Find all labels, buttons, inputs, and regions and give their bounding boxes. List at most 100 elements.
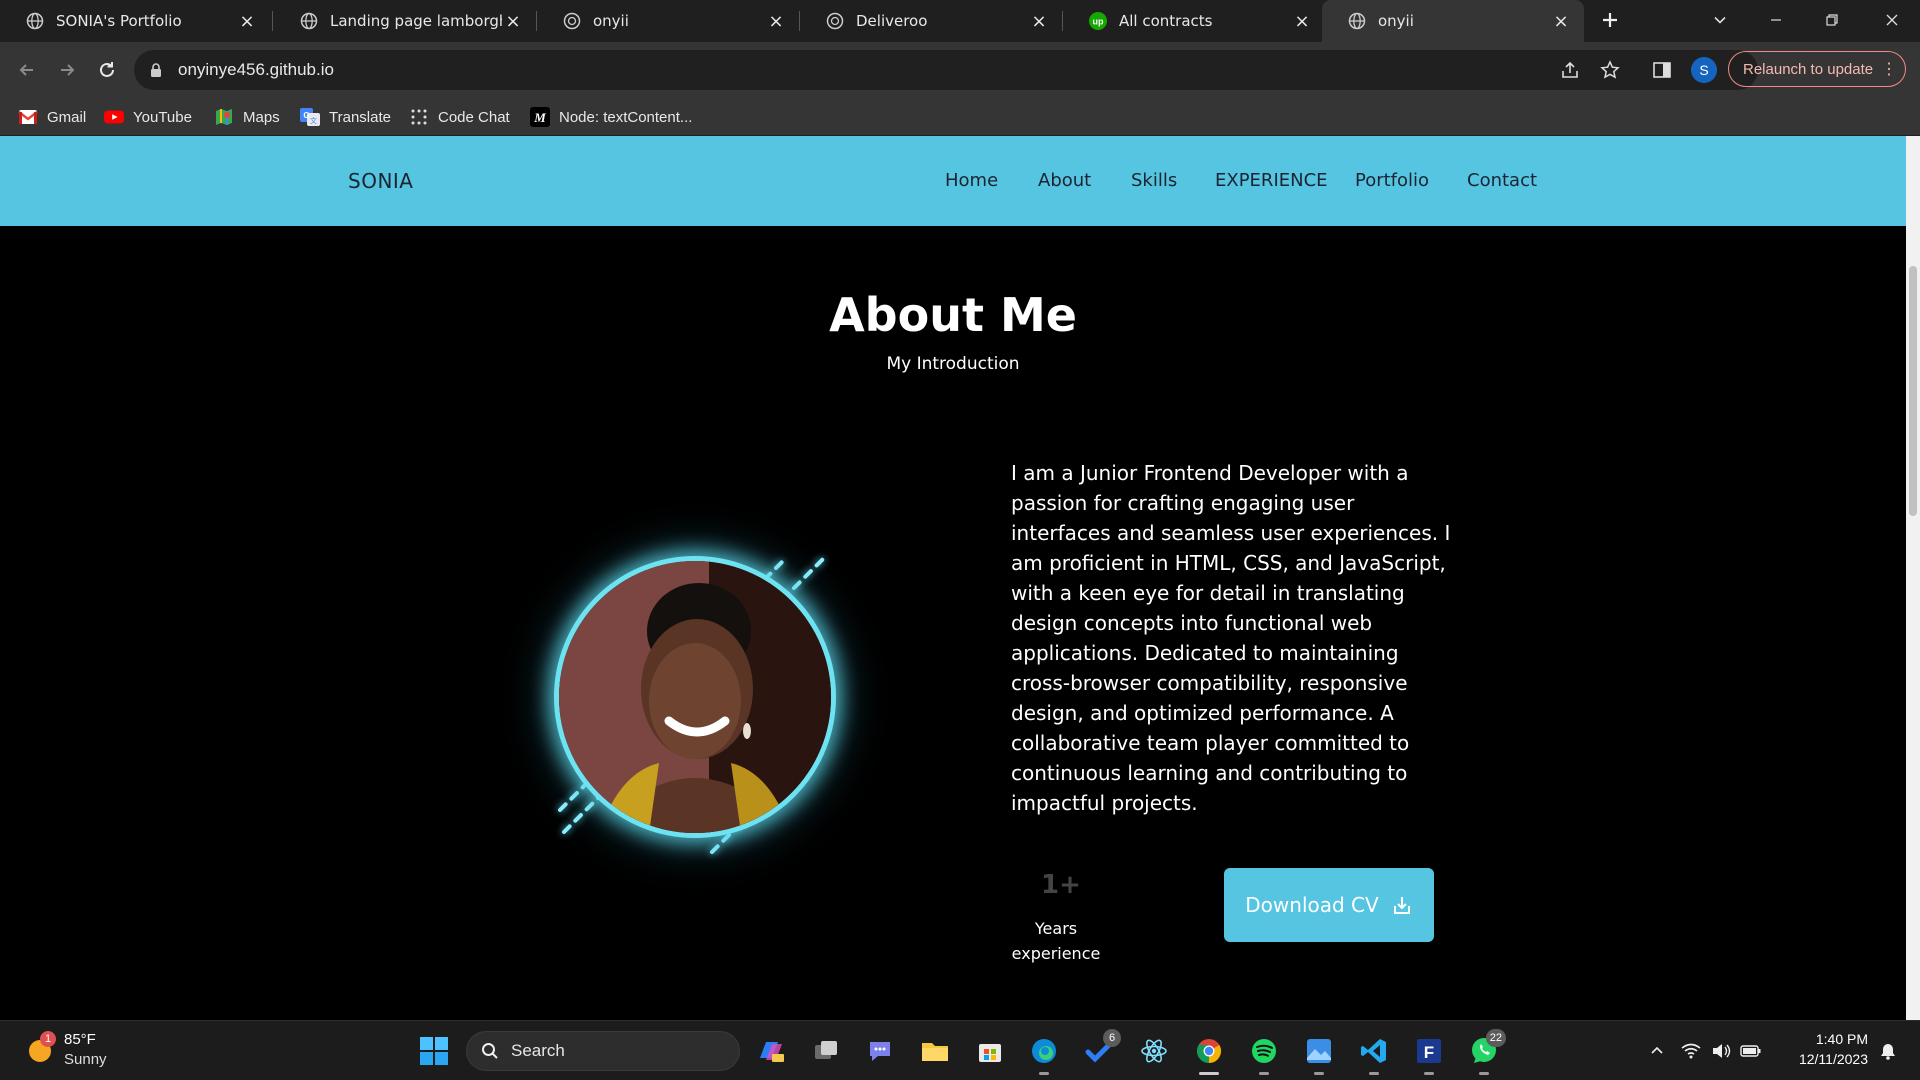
bookmark-youtube[interactable]: YouTube [104, 98, 192, 136]
close-tab-icon[interactable]: × [1291, 10, 1313, 32]
bookmark-maps[interactable]: Maps [214, 98, 280, 136]
notifications-button[interactable] [1874, 1031, 1902, 1071]
globe-icon [300, 12, 318, 30]
nav-link-experience[interactable]: EXPERIENCE [1215, 136, 1328, 226]
task-view-app[interactable] [806, 1031, 846, 1071]
globe-icon [563, 12, 581, 30]
close-tab-icon[interactable]: × [236, 10, 258, 32]
tab-all-contracts[interactable]: up All contracts × [1063, 0, 1325, 42]
weather-widget[interactable]: 1 [26, 1031, 56, 1063]
download-cv-button[interactable]: Download CV [1224, 868, 1434, 942]
spotify-app[interactable] [1244, 1031, 1284, 1075]
whatsapp-app[interactable]: 22 [1464, 1029, 1506, 1075]
tab-title: All contracts [1119, 12, 1213, 30]
bookmark-star-icon[interactable] [1600, 60, 1620, 84]
share-icon[interactable] [1560, 60, 1580, 84]
running-indicator [1039, 1072, 1049, 1075]
close-window-button[interactable] [1864, 0, 1920, 40]
spotify-icon [1252, 1039, 1276, 1063]
clock-date[interactable]: 12/11/2023 [1774, 1051, 1868, 1067]
profile-button[interactable]: S [1688, 54, 1720, 86]
bookmark-code-chat[interactable]: Code Chat [409, 98, 510, 136]
url-text: onyinye456.github.io [178, 60, 334, 79]
bookmark-translate[interactable]: G文 Translate [300, 98, 391, 136]
experience-years-value: 1+ [1041, 870, 1081, 900]
relaunch-button[interactable]: Relaunch to update ⋮ [1728, 51, 1906, 87]
taskbar-search[interactable]: Search [466, 1031, 740, 1071]
new-tab-button[interactable] [1584, 0, 1636, 40]
side-panel-button[interactable] [1646, 54, 1678, 86]
bookmark-label: Node: textContent... [559, 108, 693, 126]
restore-icon [1826, 14, 1838, 26]
globe-icon [26, 12, 44, 30]
reload-icon [100, 62, 114, 77]
photos-app[interactable] [1299, 1031, 1339, 1075]
web-page: SONIA Home About Skills EXPERIENCE Portf… [0, 136, 1906, 1020]
photos-icon [1307, 1039, 1331, 1063]
section-subtitle: My Introduction [886, 354, 1020, 374]
search-icon [481, 1042, 499, 1064]
more-menu-icon[interactable]: ⋮ [1881, 59, 1897, 79]
chrome-app[interactable] [1189, 1031, 1229, 1075]
notification-badge: 6 [1103, 1029, 1121, 1047]
vscode-icon [1361, 1039, 1386, 1063]
scrollbar-thumb[interactable] [1909, 266, 1917, 516]
close-icon [1886, 14, 1898, 26]
restore-button[interactable] [1804, 0, 1860, 40]
weather-temperature[interactable]: 85°F [64, 1031, 96, 1048]
clock-time[interactable]: 1:40 PM [1774, 1031, 1868, 1047]
teams-chat-app[interactable] [860, 1031, 900, 1071]
nav-link-contact[interactable]: Contact [1467, 136, 1537, 226]
edge-app[interactable] [1024, 1031, 1064, 1075]
chevron-down-icon [1714, 16, 1726, 24]
folder-icon [922, 1043, 948, 1061]
show-hidden-icons-button[interactable] [1638, 1031, 1676, 1071]
battery-status[interactable] [1736, 1031, 1766, 1071]
globe-icon [826, 12, 844, 30]
download-icon [1391, 894, 1413, 916]
address-bar[interactable]: onyinye456.github.io [134, 50, 1758, 90]
lock-icon[interactable] [150, 62, 162, 82]
close-tab-icon[interactable]: × [1028, 10, 1050, 32]
tab-search-button[interactable] [1692, 0, 1748, 40]
file-explorer-app[interactable] [915, 1031, 955, 1071]
tab-onyii[interactable]: onyii × [537, 0, 799, 42]
react-devtools-app[interactable] [1134, 1031, 1174, 1071]
tab-title: onyii [593, 12, 629, 30]
start-button[interactable] [414, 1031, 454, 1071]
copilot-app[interactable] [751, 1031, 791, 1071]
figma-app[interactable]: F [1409, 1031, 1449, 1075]
bookmark-label: Maps [243, 108, 280, 126]
nav-link-home[interactable]: Home [945, 136, 998, 226]
youtube-icon [104, 107, 124, 127]
nav-link-skills[interactable]: Skills [1131, 136, 1177, 226]
tab-deliveroo[interactable]: Deliveroo × [800, 0, 1062, 42]
forward-button[interactable] [51, 54, 83, 86]
weather-condition[interactable]: Sunny [64, 1051, 107, 1068]
volume-status[interactable] [1706, 1031, 1736, 1071]
tab-sonia-portfolio[interactable]: SONIA's Portfolio × [0, 0, 270, 42]
tab-onyii-active[interactable]: onyii × [1322, 0, 1584, 42]
todo-app[interactable]: 6 [1079, 1029, 1121, 1071]
back-button[interactable] [11, 54, 43, 86]
bookmark-label: Gmail [47, 108, 87, 126]
close-tab-icon[interactable]: × [1550, 10, 1572, 32]
nav-link-portfolio[interactable]: Portfolio [1355, 136, 1429, 226]
nav-link-about[interactable]: About [1038, 136, 1091, 226]
page-scrollbar[interactable] [1906, 136, 1920, 1020]
reload-button[interactable] [91, 54, 123, 86]
running-indicator [1369, 1072, 1379, 1075]
site-brand[interactable]: SONIA [348, 136, 413, 226]
section-title: About Me [829, 288, 1077, 342]
minimize-button[interactable] [1748, 0, 1804, 40]
microsoft-store-app[interactable] [970, 1031, 1010, 1071]
copilot-icon [760, 1042, 784, 1062]
wifi-status[interactable] [1676, 1031, 1706, 1071]
bookmark-node-textcontent[interactable]: M Node: textContent... [530, 98, 692, 136]
close-tab-icon[interactable]: × [765, 10, 787, 32]
close-tab-icon[interactable]: × [502, 10, 524, 32]
bookmark-gmail[interactable]: Gmail [18, 98, 86, 136]
weather-badge: 1 [40, 1031, 56, 1047]
vscode-app[interactable] [1354, 1031, 1394, 1075]
tab-landing-page[interactable]: Landing page lamborghini × [274, 0, 536, 42]
